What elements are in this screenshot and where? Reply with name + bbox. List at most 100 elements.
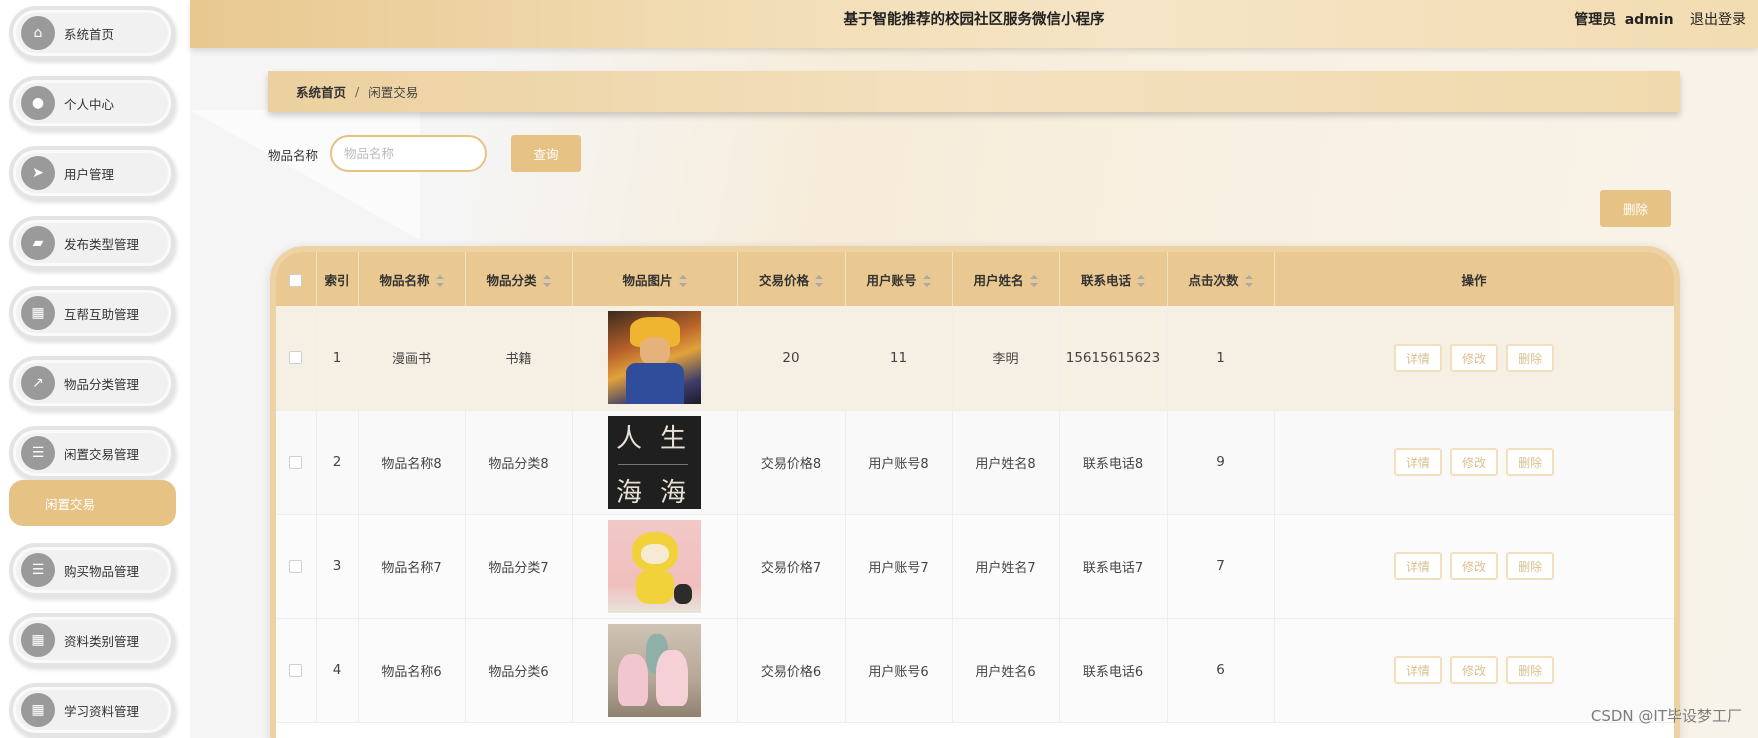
breadcrumb-home[interactable]: 系统首页 <box>296 82 346 101</box>
sidebar-item-material-categories[interactable]: ▦ 资料类别管理 <box>9 613 175 667</box>
column-header-label: 物品名称 <box>379 272 430 288</box>
cell-username: 用户姓名6 <box>952 618 1060 723</box>
grid-icon: ▦ <box>21 623 55 657</box>
edit-button[interactable]: 修改 <box>1450 448 1498 476</box>
cell-account: 11 <box>845 306 953 411</box>
comic-book-image <box>608 311 701 405</box>
book-cover-char: 生 <box>660 423 687 454</box>
data-table: 索引 物品名称 物品分类 物品图片 交易价格 用户账号 用户姓名 联系电话 点击… <box>276 252 1674 723</box>
list-icon: ☰ <box>21 553 55 587</box>
edit-button[interactable]: 修改 <box>1450 656 1498 684</box>
sidebar: ⌂ 系统首页 ● 个人中心 ➤ 用户管理 ▰ 发布类型管理 ▦ 互帮互助管理 ↗… <box>0 0 190 738</box>
cell-category: 物品分类8 <box>465 410 573 515</box>
sidebar-item-post-types[interactable]: ▰ 发布类型管理 <box>9 216 175 270</box>
cell-account: 用户账号6 <box>845 618 953 723</box>
sort-icon[interactable] <box>1244 275 1253 287</box>
book-cover-image: 人 生 海 海 <box>608 415 701 509</box>
column-header: 操作 <box>1274 252 1674 306</box>
cell-username: 用户姓名7 <box>952 514 1060 619</box>
sidebar-item-label: 个人中心 <box>64 96 115 112</box>
sidebar-item-label: 互帮互助管理 <box>64 306 140 322</box>
column-header-sortable[interactable]: 物品名称 <box>358 252 466 306</box>
column-header-label: 联系电话 <box>1080 272 1131 288</box>
edit-button[interactable]: 修改 <box>1450 343 1498 372</box>
sort-icon[interactable] <box>922 275 931 287</box>
column-header-sortable[interactable]: 用户账号 <box>845 252 953 306</box>
grid-icon: ▦ <box>21 296 55 330</box>
sidebar-item-home[interactable]: ⌂ 系统首页 <box>9 6 175 60</box>
background-shape <box>190 110 420 240</box>
user-icon: ● <box>21 86 55 120</box>
sidebar-item-mutual-help[interactable]: ▦ 互帮互助管理 <box>9 286 175 340</box>
cell-clicks: 7 <box>1167 514 1275 619</box>
role-label: 管理员 <box>1574 12 1617 28</box>
column-header-sortable[interactable]: 用户姓名 <box>952 252 1060 306</box>
briefcase-icon: ▰ <box>21 226 55 260</box>
cell-account: 用户账号7 <box>845 514 953 619</box>
watermark: CSDN @IT毕设梦工厂 <box>1590 707 1742 725</box>
sort-icon[interactable] <box>435 275 444 287</box>
column-header-sortable[interactable]: 交易价格 <box>737 252 846 306</box>
batch-delete-button[interactable]: 删除 <box>1600 190 1671 227</box>
table-row: 4 物品名称6 物品分类6 交易价格6 用户账号6 用户姓名6 联系电话6 6 … <box>276 618 1674 723</box>
cell-image <box>572 306 738 411</box>
column-header-sortable[interactable]: 物品分类 <box>465 252 573 306</box>
detail-button[interactable]: 详情 <box>1393 656 1442 684</box>
column-header-sortable[interactable]: 物品图片 <box>572 252 738 306</box>
breadcrumb-separator: / <box>355 84 360 99</box>
cell-account: 用户账号8 <box>845 410 953 515</box>
detail-button[interactable]: 详情 <box>1393 448 1442 476</box>
sidebar-item-idle-trade[interactable]: ☰ 闲置交易管理 <box>9 426 175 480</box>
sidebar-item-profile[interactable]: ● 个人中心 <box>9 76 175 130</box>
sidebar-item-label: 物品分类管理 <box>64 376 140 392</box>
delete-button[interactable]: 删除 <box>1506 343 1555 372</box>
logout-link[interactable]: 退出登录 <box>1690 12 1746 28</box>
delete-button[interactable]: 删除 <box>1506 552 1555 580</box>
sort-icon[interactable] <box>678 275 687 287</box>
cell-category: 物品分类6 <box>465 618 573 723</box>
sidebar-item-label: 资料类别管理 <box>64 633 140 649</box>
cell-username: 用户姓名8 <box>952 410 1060 515</box>
row-checkbox[interactable] <box>289 663 303 677</box>
sort-icon[interactable] <box>1029 275 1038 287</box>
sidebar-item-item-categories[interactable]: ↗ 物品分类管理 <box>9 356 175 410</box>
sidebar-item-users[interactable]: ➤ 用户管理 <box>9 146 175 200</box>
detail-button[interactable]: 详情 <box>1393 343 1442 372</box>
row-checkbox[interactable] <box>289 351 303 365</box>
cell-phone: 联系电话7 <box>1059 514 1168 619</box>
edit-button[interactable]: 修改 <box>1450 552 1498 580</box>
cell-phone: 联系电话8 <box>1059 410 1168 515</box>
cell-index: 2 <box>316 410 359 515</box>
column-header-sortable[interactable]: 联系电话 <box>1059 252 1168 306</box>
query-button[interactable]: 查询 <box>511 135 581 172</box>
cell-category: 书籍 <box>465 306 573 411</box>
row-checkbox[interactable] <box>289 559 303 573</box>
sidebar-subitem-idle-trade[interactable]: 闲置交易 <box>9 480 176 526</box>
detail-button[interactable]: 详情 <box>1393 552 1442 580</box>
cell-clicks: 9 <box>1167 410 1275 515</box>
cell-index: 4 <box>316 618 359 723</box>
search-input[interactable] <box>330 135 487 172</box>
cell-actions: 详情 修改 删除 <box>1274 410 1674 515</box>
row-select-cell <box>276 410 317 515</box>
sort-icon[interactable] <box>815 275 823 287</box>
delete-button[interactable]: 删除 <box>1506 656 1555 684</box>
cell-price: 20 <box>737 306 846 411</box>
sidebar-item-label: 发布类型管理 <box>64 236 140 252</box>
sort-icon[interactable] <box>1137 275 1145 287</box>
cell-price: 交易价格6 <box>737 618 846 723</box>
search-label: 物品名称 <box>268 148 319 163</box>
sort-icon[interactable] <box>542 275 551 287</box>
sidebar-item-purchases[interactable]: ☰ 购买物品管理 <box>9 543 175 597</box>
select-all-checkbox[interactable] <box>289 273 303 287</box>
column-header-sortable[interactable]: 点击次数 <box>1167 252 1275 306</box>
row-checkbox[interactable] <box>289 455 303 469</box>
alpaca-toy-image <box>608 623 701 717</box>
sidebar-item-study-materials[interactable]: ▦ 学习资料管理 <box>9 683 175 737</box>
breadcrumb-current: 闲置交易 <box>368 85 419 100</box>
delete-button[interactable]: 删除 <box>1506 448 1555 476</box>
table-row: 3 物品名称7 物品分类7 交易价格7 用户账号7 用户姓名7 联系电话7 7 … <box>276 514 1674 619</box>
cell-username: 李明 <box>952 306 1060 411</box>
cell-price: 交易价格7 <box>737 514 846 619</box>
select-all-header <box>276 252 317 306</box>
